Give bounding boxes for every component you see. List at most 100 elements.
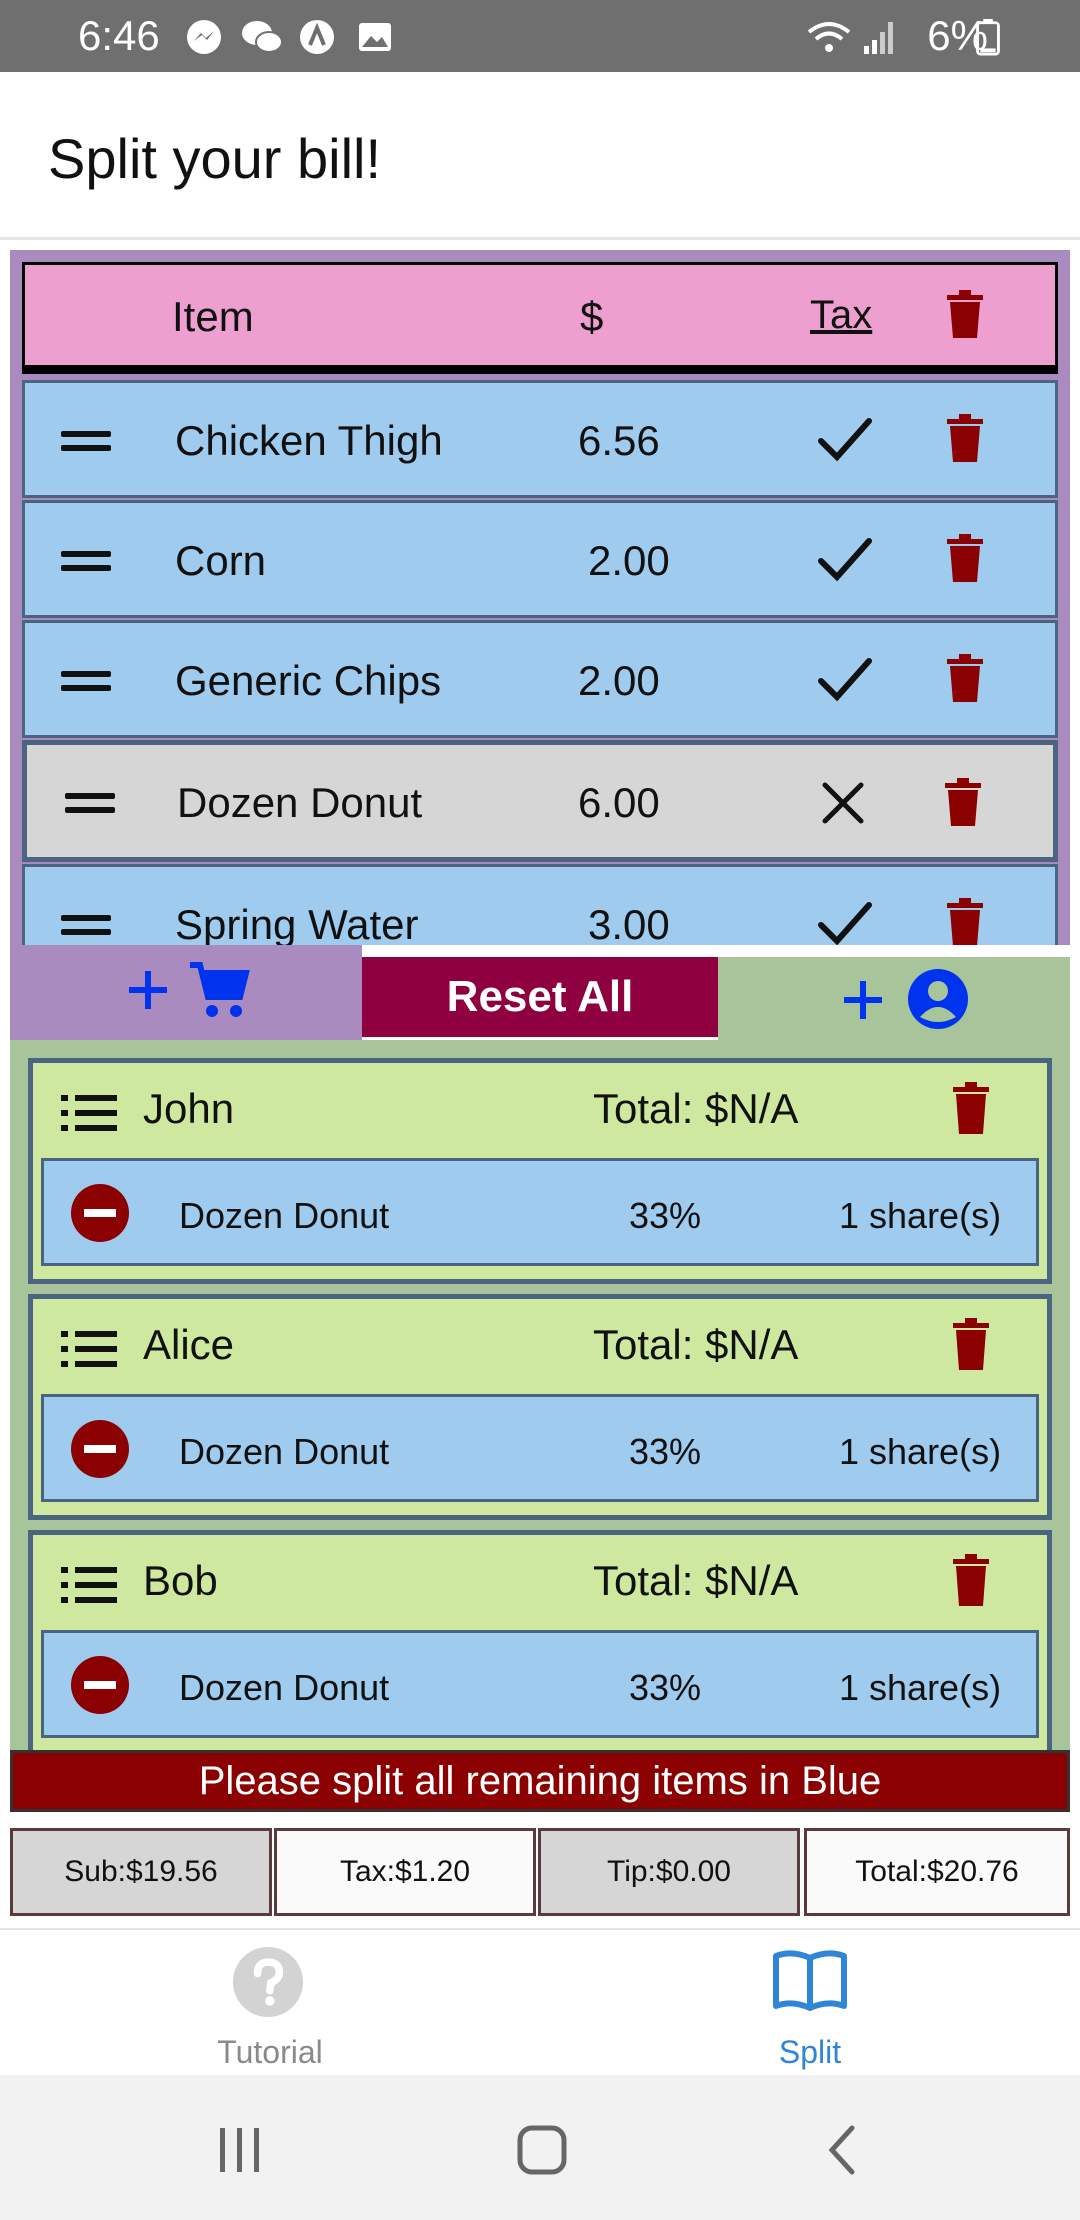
person-total: Total: $N/A	[593, 1085, 799, 1132]
person-name: John	[143, 1085, 235, 1132]
tip-box[interactable]: Tip:$0.00	[538, 1828, 800, 1916]
totals-bar: Sub:$19.56 Tax:$1.20 Tip:$0.00 Total:$20…	[10, 1828, 1070, 1916]
list-icon[interactable]	[61, 1093, 117, 1133]
share-row: Dozen Donut 33% 1 share(s)	[41, 1394, 1039, 1502]
remove-circle-icon[interactable]	[70, 1655, 130, 1715]
battery-icon	[976, 18, 1000, 56]
share-row: Dozen Donut 33% 1 share(s)	[41, 1158, 1039, 1266]
person-icon	[908, 969, 968, 1029]
back-icon[interactable]	[814, 2120, 874, 2180]
trash-icon[interactable]	[951, 1081, 991, 1135]
trash-icon[interactable]	[945, 413, 985, 463]
item-row[interactable]: Spring Water 3.00	[22, 864, 1058, 945]
tab-label: Split	[778, 2034, 842, 2070]
items-header-row: Item $ Tax	[22, 262, 1058, 374]
list-icon[interactable]	[61, 1565, 117, 1605]
drag-handle-icon[interactable]	[61, 669, 111, 693]
item-row[interactable]: Corn 2.00	[22, 500, 1058, 618]
header-item-label: Item	[172, 293, 254, 340]
share-percent: 33%	[629, 1431, 702, 1472]
plus-icon	[844, 981, 882, 1019]
add-item-button[interactable]	[10, 945, 362, 1040]
app-icon	[300, 20, 334, 54]
bottom-tab-bar: Tutorial Split	[0, 1928, 1080, 2075]
wechat-icon	[242, 21, 283, 53]
person-name: Alice	[143, 1321, 235, 1368]
grand-total-box: Total:$20.76	[804, 1828, 1070, 1916]
signal-icon	[864, 22, 893, 54]
item-row-selected[interactable]: Dozen Donut 6.00	[22, 740, 1058, 862]
image-icon	[359, 23, 391, 51]
check-icon[interactable]	[815, 531, 875, 591]
header-price-label: $	[580, 293, 604, 340]
remove-circle-icon[interactable]	[70, 1419, 130, 1479]
item-row[interactable]: Chicken Thigh 6.56	[22, 380, 1058, 498]
header-tax-toggle[interactable]: Tax	[810, 293, 872, 338]
status-bar: 6:46 6%	[0, 0, 1080, 72]
page-title: Split your bill!	[48, 127, 382, 190]
share-percent: 33%	[629, 1195, 702, 1236]
drag-handle-icon[interactable]	[61, 429, 111, 453]
share-count: 1 share(s)	[839, 1195, 1002, 1236]
item-price: 6.56	[578, 417, 660, 464]
items-panel: Item $ Tax Chicken Thigh 6.56 Corn 2.00	[10, 250, 1070, 945]
item-price: 2.00	[588, 537, 670, 584]
person-name: Bob	[143, 1557, 218, 1604]
item-name: Generic Chips	[175, 657, 442, 704]
share-item-name: Dozen Donut	[179, 1431, 390, 1472]
trash-icon[interactable]	[945, 533, 985, 583]
check-icon[interactable]	[815, 411, 875, 471]
home-icon[interactable]	[512, 2120, 572, 2180]
plus-icon	[129, 971, 167, 1009]
person-total: Total: $N/A	[593, 1321, 799, 1368]
list-icon[interactable]	[61, 1329, 117, 1369]
item-name: Spring Water	[175, 901, 419, 945]
book-open-icon	[773, 1950, 847, 2011]
person-card[interactable]: Alice Total: $N/A Dozen Donut 33% 1 shar…	[28, 1294, 1052, 1520]
drag-handle-icon[interactable]	[65, 791, 115, 815]
split-warning-banner: Please split all remaining items in Blue	[10, 1750, 1070, 1812]
item-name: Corn	[175, 537, 267, 584]
tax-box[interactable]: Tax:$1.20	[274, 1828, 536, 1916]
tab-label: Tutorial	[217, 2034, 323, 2070]
help-circle-icon	[232, 1946, 304, 2018]
reset-all-button[interactable]: Reset All	[362, 957, 718, 1037]
trash-icon[interactable]	[951, 1317, 991, 1371]
share-item-name: Dozen Donut	[179, 1667, 390, 1708]
drag-handle-icon[interactable]	[61, 549, 111, 573]
trash-icon[interactable]	[945, 897, 985, 945]
person-card[interactable]: John Total: $N/A Dozen Donut 33% 1 share…	[28, 1058, 1052, 1284]
tab-split[interactable]: Split	[540, 1930, 1080, 2077]
person-card[interactable]: Bob Total: $N/A Dozen Donut 33% 1 share(…	[28, 1530, 1052, 1756]
item-price: 6.00	[578, 779, 660, 826]
add-person-button[interactable]	[718, 957, 1070, 1040]
app-bar: Split your bill!	[0, 72, 1080, 240]
item-row[interactable]: Generic Chips 2.00	[22, 620, 1058, 738]
people-panel: John Total: $N/A Dozen Donut 33% 1 share…	[10, 1040, 1070, 1756]
subtotal-box: Sub:$19.56	[10, 1828, 272, 1916]
item-name: Dozen Donut	[177, 779, 423, 826]
share-percent: 33%	[629, 1667, 702, 1708]
status-time: 6:46	[78, 12, 160, 59]
check-icon[interactable]	[815, 895, 875, 945]
tab-tutorial[interactable]: Tutorial	[0, 1930, 540, 2077]
person-total: Total: $N/A	[593, 1557, 799, 1604]
remove-circle-icon[interactable]	[70, 1183, 130, 1243]
trash-icon[interactable]	[943, 777, 983, 827]
share-count: 1 share(s)	[839, 1667, 1002, 1708]
wifi-icon	[807, 22, 851, 52]
check-icon[interactable]	[815, 651, 875, 711]
item-price: 2.00	[578, 657, 660, 704]
messenger-icon	[187, 20, 221, 54]
trash-icon[interactable]	[951, 1553, 991, 1607]
system-nav-bar	[0, 2075, 1080, 2220]
drag-handle-icon[interactable]	[61, 913, 111, 937]
cart-icon	[190, 962, 250, 1017]
trash-icon[interactable]	[945, 653, 985, 703]
item-price: 3.00	[588, 901, 670, 945]
recent-apps-icon[interactable]	[210, 2120, 270, 2180]
x-icon[interactable]	[813, 773, 873, 833]
share-item-name: Dozen Donut	[179, 1195, 390, 1236]
item-name: Chicken Thigh	[175, 417, 443, 464]
delete-all-items-icon[interactable]	[945, 289, 985, 339]
